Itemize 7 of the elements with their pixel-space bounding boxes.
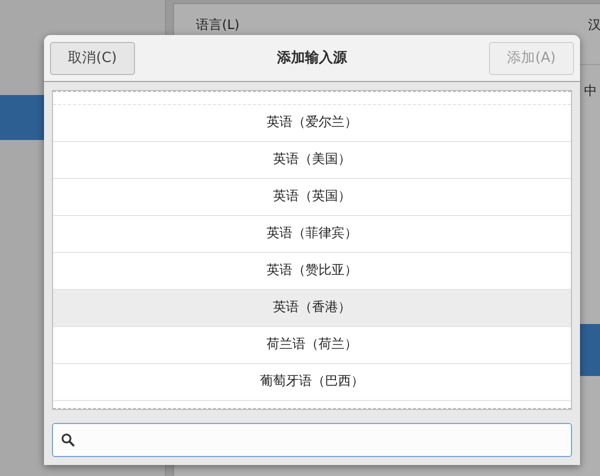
language-label: 语言(L) bbox=[196, 17, 240, 35]
format-value: 中 bbox=[584, 83, 597, 101]
dialog-title: 添加输入源 bbox=[277, 48, 347, 68]
search-icon bbox=[61, 433, 75, 447]
search-field[interactable] bbox=[52, 423, 572, 457]
cancel-button[interactable]: 取消(C) bbox=[50, 42, 135, 74]
language-item[interactable]: 英语（香港） bbox=[53, 290, 571, 327]
